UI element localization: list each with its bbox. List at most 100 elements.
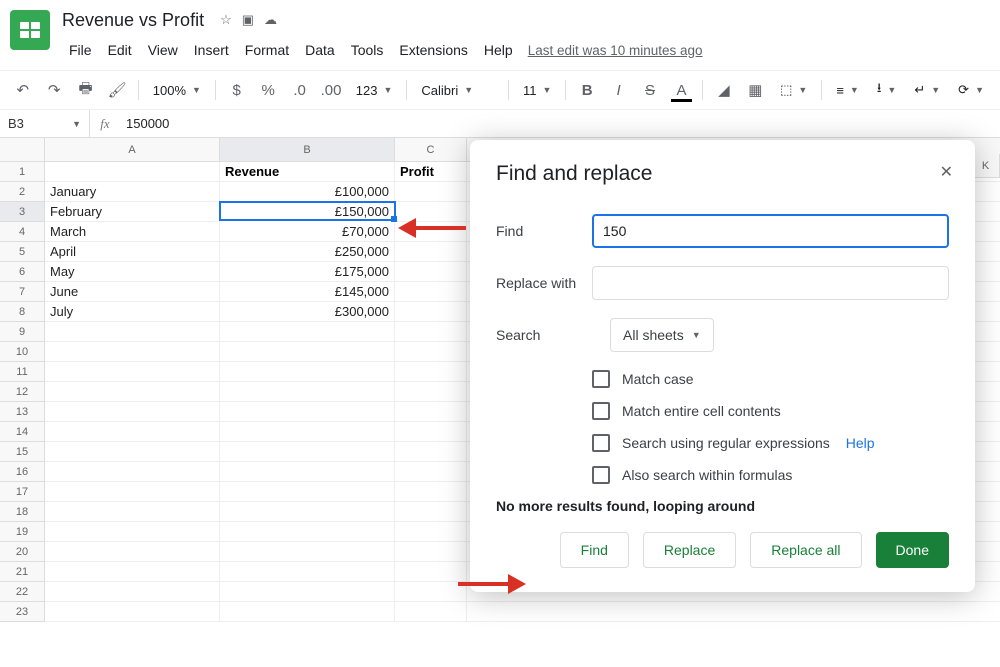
cell[interactable] (220, 562, 395, 582)
row-header[interactable]: 11 (0, 362, 45, 382)
cell[interactable] (395, 182, 467, 202)
print-icon[interactable]: 🖶 (71, 76, 100, 104)
cell[interactable]: February (45, 202, 220, 222)
cell[interactable] (395, 342, 467, 362)
font-size-select[interactable]: 11▼ (515, 76, 559, 104)
cell[interactable]: £70,000 (220, 222, 395, 242)
cell[interactable] (395, 442, 467, 462)
valign-icon[interactable]: ⭳▼ (869, 76, 904, 104)
move-icon[interactable]: ▣ (242, 12, 254, 28)
cell[interactable] (220, 482, 395, 502)
text-color-icon[interactable]: A (667, 76, 696, 104)
redo-icon[interactable]: ↷ (39, 76, 68, 104)
row-header[interactable]: 14 (0, 422, 45, 442)
cell[interactable]: Revenue (220, 162, 395, 182)
cell[interactable]: January (45, 182, 220, 202)
row-header[interactable]: 10 (0, 342, 45, 362)
cell[interactable] (395, 422, 467, 442)
grid-corner[interactable] (0, 138, 45, 162)
cell[interactable] (45, 582, 220, 602)
row-header[interactable]: 13 (0, 402, 45, 422)
cell[interactable] (45, 382, 220, 402)
cell[interactable] (220, 362, 395, 382)
cell[interactable] (45, 342, 220, 362)
cell[interactable] (45, 502, 220, 522)
formula-input[interactable]: 150000 (120, 116, 169, 131)
cell[interactable]: £150,000 (219, 201, 396, 221)
cell[interactable] (395, 242, 467, 262)
cell[interactable] (220, 322, 395, 342)
dec-decrease-icon[interactable]: .0 (285, 76, 314, 104)
row-header[interactable]: 16 (0, 462, 45, 482)
cell[interactable]: £175,000 (220, 262, 395, 282)
cell[interactable] (45, 422, 220, 442)
row-header[interactable]: 12 (0, 382, 45, 402)
row-header[interactable]: 8 (0, 302, 45, 322)
cell[interactable] (220, 442, 395, 462)
row-header[interactable]: 17 (0, 482, 45, 502)
cell[interactable] (45, 522, 220, 542)
menu-insert[interactable]: Insert (187, 38, 236, 62)
match-case-checkbox[interactable] (592, 370, 610, 388)
cell[interactable] (45, 542, 220, 562)
cell[interactable] (395, 482, 467, 502)
row-header[interactable]: 6 (0, 262, 45, 282)
menu-edit[interactable]: Edit (101, 38, 139, 62)
cell[interactable] (45, 442, 220, 462)
find-button[interactable]: Find (560, 532, 629, 568)
percent-icon[interactable]: % (253, 76, 282, 104)
formulas-checkbox[interactable] (592, 466, 610, 484)
cell[interactable]: July (45, 302, 220, 322)
cell[interactable] (395, 402, 467, 422)
replace-all-button[interactable]: Replace all (750, 532, 861, 568)
row-header[interactable]: 5 (0, 242, 45, 262)
match-entire-checkbox[interactable] (592, 402, 610, 420)
cell[interactable] (45, 602, 220, 622)
cell[interactable]: £300,000 (220, 302, 395, 322)
cell[interactable] (45, 402, 220, 422)
row-header[interactable]: 3 (0, 202, 45, 222)
cell[interactable] (395, 602, 467, 622)
rotate-icon[interactable]: ⟳▼ (950, 76, 992, 104)
cell[interactable] (220, 582, 395, 602)
wrap-icon[interactable]: ↵▼ (906, 76, 948, 104)
cell[interactable]: April (45, 242, 220, 262)
find-input[interactable] (592, 214, 949, 248)
zoom-select[interactable]: 100%▼ (145, 76, 209, 104)
row-header[interactable]: 15 (0, 442, 45, 462)
cell[interactable] (395, 462, 467, 482)
cell[interactable] (45, 562, 220, 582)
menu-tools[interactable]: Tools (344, 38, 391, 62)
cell[interactable] (395, 542, 467, 562)
borders-icon[interactable]: ▦ (741, 76, 770, 104)
cell[interactable] (395, 582, 467, 602)
col-header-far[interactable]: K (971, 154, 1000, 178)
col-header[interactable]: C (395, 138, 467, 162)
row-header[interactable]: 22 (0, 582, 45, 602)
cell[interactable] (395, 502, 467, 522)
cell[interactable]: £100,000 (220, 182, 395, 202)
menu-extensions[interactable]: Extensions (392, 38, 474, 62)
strike-icon[interactable]: S (635, 76, 664, 104)
row-header[interactable]: 18 (0, 502, 45, 522)
row-header[interactable]: 20 (0, 542, 45, 562)
bold-icon[interactable]: B (572, 76, 601, 104)
cell[interactable] (220, 522, 395, 542)
currency-icon[interactable]: $ (222, 76, 251, 104)
cell[interactable] (45, 162, 220, 182)
regex-checkbox[interactable] (592, 434, 610, 452)
doc-title[interactable]: Revenue vs Profit (62, 10, 204, 31)
row-header[interactable]: 4 (0, 222, 45, 242)
paint-format-icon[interactable]: 🖌 (102, 76, 131, 104)
help-link[interactable]: Help (846, 435, 875, 451)
cell[interactable] (220, 542, 395, 562)
cell[interactable] (220, 502, 395, 522)
replace-button[interactable]: Replace (643, 532, 736, 568)
cell[interactable]: £145,000 (220, 282, 395, 302)
cell[interactable]: Profit (395, 162, 467, 182)
cell-overflow[interactable] (467, 602, 1000, 622)
cell[interactable]: June (45, 282, 220, 302)
cell[interactable] (45, 362, 220, 382)
italic-icon[interactable]: I (604, 76, 633, 104)
last-edit-link[interactable]: Last edit was 10 minutes ago (528, 43, 703, 58)
